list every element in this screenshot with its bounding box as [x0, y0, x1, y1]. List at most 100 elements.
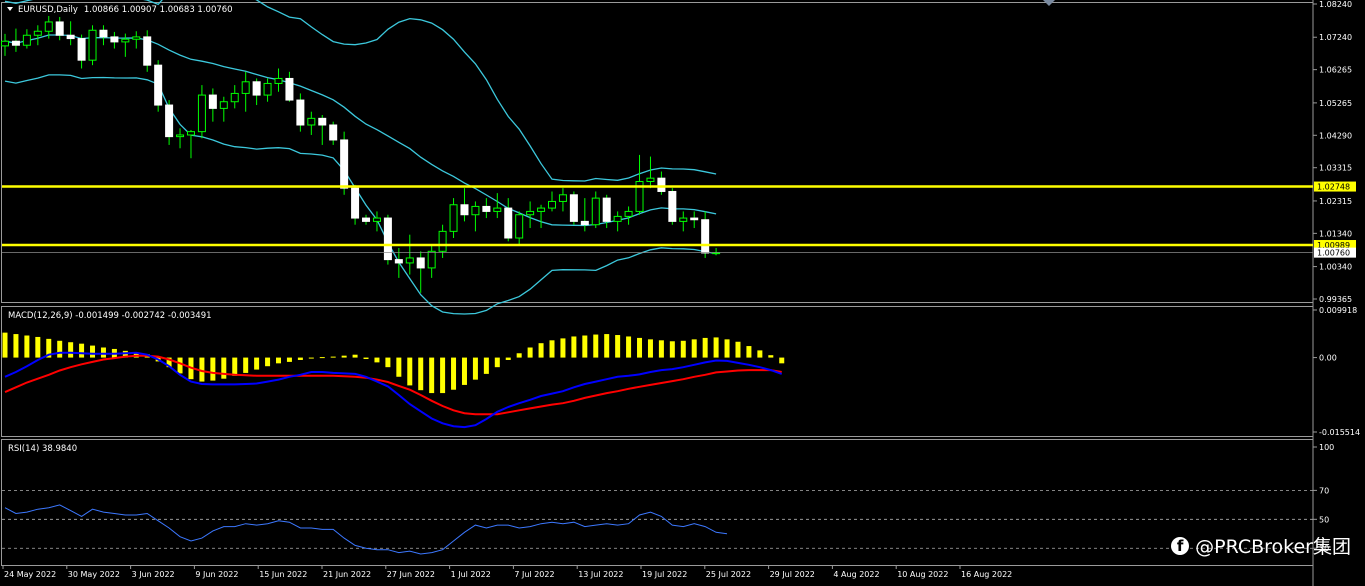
rsi-pane — [2, 489, 1313, 555]
time-tick-label: 19 Jul 2022 — [642, 570, 687, 579]
time-tick-label: 1 Jul 2022 — [451, 570, 491, 579]
macd-bar — [341, 355, 347, 358]
price-axis: 1.027481.009891.007601.082401.072401.062… — [1313, 0, 1360, 553]
macd-bar — [79, 343, 85, 358]
price-tick-label: 1.08240 — [1319, 0, 1352, 9]
macd-bar — [374, 357, 380, 363]
time-tick-label: 7 Jul 2022 — [514, 570, 554, 579]
candle — [208, 94, 217, 109]
candle — [394, 259, 403, 264]
candle — [537, 207, 546, 212]
collapse-triangle-icon[interactable] — [7, 7, 13, 11]
price-tag-label: 1.02748 — [1317, 183, 1350, 192]
macd-bar — [669, 341, 675, 358]
time-tick-label: 24 May 2022 — [4, 570, 56, 579]
price-tick-label: 1.03315 — [1319, 164, 1352, 173]
candle — [646, 177, 655, 182]
candle — [383, 217, 392, 261]
macd-bar — [483, 357, 489, 374]
macd-bar — [330, 356, 336, 358]
price-pane — [1, 0, 1313, 315]
time-tick-label: 3 Jun 2022 — [132, 570, 175, 579]
macd-bar — [276, 357, 281, 364]
rsi-tick-label: 100 — [1319, 443, 1334, 452]
rsi-tick-label: 50 — [1319, 515, 1329, 524]
macd-bar — [177, 357, 183, 374]
candle — [186, 131, 195, 136]
macd-tick-label: 0.009918 — [1319, 306, 1357, 315]
candle — [99, 29, 108, 38]
candle — [154, 64, 163, 106]
rsi-tick-label: 70 — [1319, 486, 1329, 495]
price-tick-label: 1.06265 — [1319, 66, 1352, 75]
candle — [241, 81, 250, 94]
candle — [580, 220, 589, 226]
bollinger-upper — [4, 0, 717, 182]
macd-bar — [549, 340, 555, 358]
macd-bar — [615, 335, 621, 358]
price-tick-label: 1.05265 — [1319, 99, 1352, 108]
macd-signal-line — [4, 354, 782, 416]
candle — [329, 124, 338, 141]
macd-bar — [680, 340, 686, 358]
macd-bar — [221, 357, 227, 379]
time-axis: 24 May 2022 30 May 2022 3 Jun 2022 9 Jun 20… — [2, 565, 1012, 579]
macd-bar — [100, 347, 106, 358]
candle — [351, 187, 360, 219]
time-tick-label: 29 Jul 2022 — [770, 570, 815, 579]
time-tick-label: 9 Jun 2022 — [195, 570, 238, 579]
macd-bar — [407, 357, 413, 386]
facebook-icon: f — [1171, 536, 1190, 555]
macd-bar — [746, 346, 752, 358]
macd-bar — [319, 357, 325, 359]
candle — [548, 200, 556, 209]
pane-frame — [1, 439, 1314, 566]
time-tick-label: 16 Aug 2022 — [961, 570, 1012, 579]
candle — [372, 217, 381, 222]
macd-bar — [505, 357, 511, 360]
macd-bar — [90, 345, 96, 358]
macd-bar — [429, 357, 435, 394]
macd-bar — [560, 338, 566, 358]
price-tick-label: 1.07240 — [1319, 33, 1352, 42]
macd-bar — [308, 357, 314, 359]
candle — [526, 210, 535, 216]
macd-bar — [658, 340, 664, 358]
candle — [569, 194, 578, 222]
macd-bar — [57, 340, 63, 358]
candle — [613, 215, 622, 222]
candle — [657, 177, 666, 192]
candle — [679, 217, 688, 222]
rsi-title: RSI(14) 38.9840 — [8, 444, 77, 454]
candle — [165, 104, 174, 138]
macd-bar — [571, 336, 577, 358]
candle — [471, 205, 480, 216]
candle — [197, 94, 206, 133]
chart-header: EURUSD,Daily 1.00866 1.00907 1.00683 1.00… — [18, 5, 233, 15]
candle — [33, 30, 42, 36]
macd-bar — [68, 342, 74, 358]
watermark-text: @PRCBroker集团 — [1195, 536, 1351, 558]
macd-line — [4, 351, 783, 429]
macd-bar — [243, 357, 249, 373]
macd-bar — [637, 337, 643, 358]
time-tick-label: 15 Jun 2022 — [259, 570, 307, 579]
price-tick-label: 1.02315 — [1319, 197, 1352, 206]
macd-bar — [210, 357, 216, 381]
trading-chart[interactable]: 1.027481.009891.007601.082401.072401.062… — [0, 0, 1365, 586]
macd-bar — [626, 336, 632, 358]
candle — [668, 190, 677, 222]
macd-bar — [2, 332, 8, 358]
candle — [121, 38, 130, 43]
candle — [88, 29, 97, 61]
pane-frame — [1, 2, 1314, 303]
macd-bar — [768, 355, 774, 358]
macd-title: MACD(12,26,9) -0.001499 -0.002742 -0.003… — [8, 311, 212, 321]
candle — [307, 117, 316, 126]
candle — [296, 99, 305, 126]
candle — [701, 219, 710, 254]
macd-bar — [385, 357, 391, 368]
candle — [318, 117, 327, 126]
candle — [558, 194, 567, 202]
candle — [340, 139, 349, 189]
